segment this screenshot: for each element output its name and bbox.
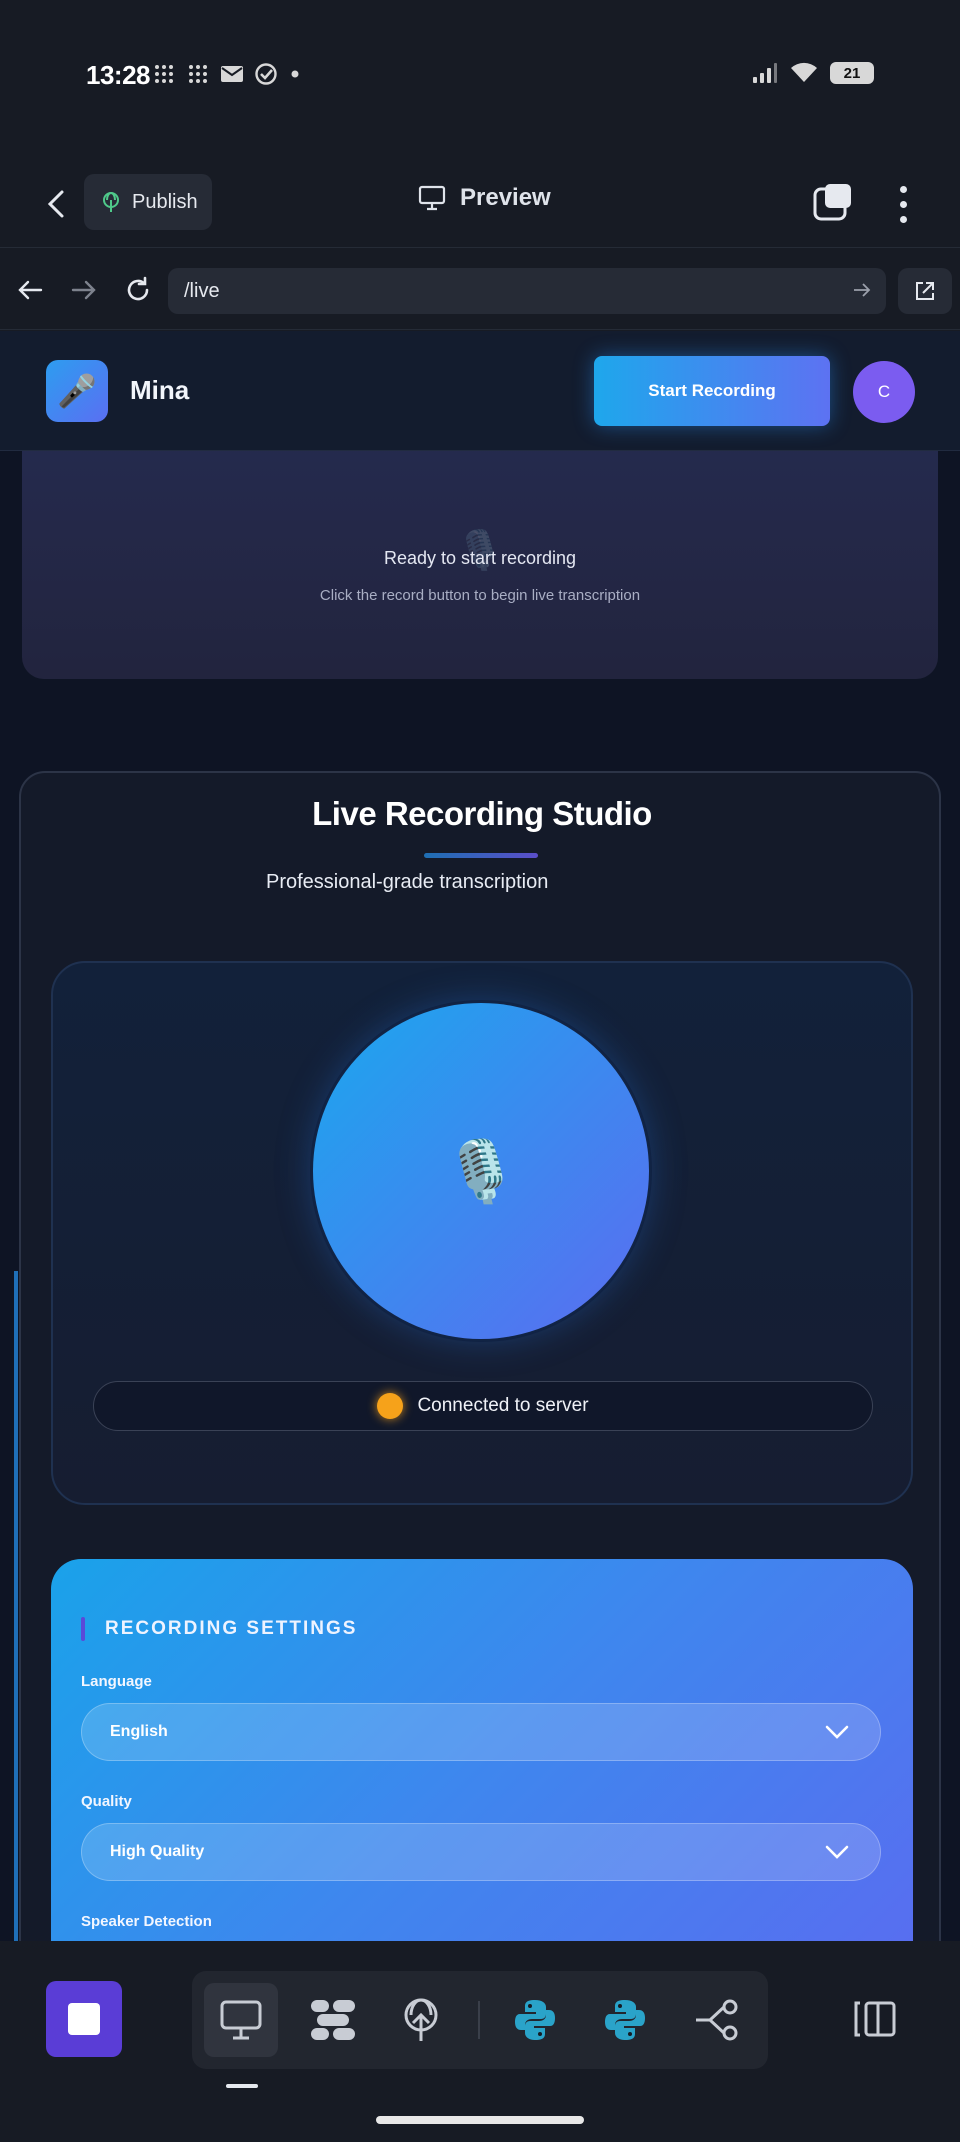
more-dot [899, 215, 907, 223]
language-value: English [110, 1723, 168, 1740]
dock-deploy-button[interactable] [384, 1983, 458, 2057]
reload-button[interactable] [118, 270, 158, 310]
dock-preview-button[interactable] [204, 1983, 278, 2057]
battery-indicator: 21 [830, 62, 874, 84]
more-dot [899, 185, 907, 193]
title-underline [424, 853, 538, 858]
quality-value: High Quality [110, 1843, 205, 1860]
scroll-accent [14, 1271, 18, 1941]
url-input[interactable]: /live [168, 268, 886, 314]
back-button[interactable] [10, 270, 50, 310]
chevron-left-icon [47, 190, 64, 218]
brand-name: Mina [130, 375, 190, 405]
status-bar: 13:28 21 [0, 0, 960, 155]
app-screen: 13:28 21 Publish Preview /live 🎙️ Ready … [0, 0, 960, 2142]
quality-label: Quality [81, 1793, 132, 1810]
forward-button[interactable] [64, 270, 104, 310]
site-header: 🎤 Mina Start Recording C [0, 331, 960, 451]
dock-workflow-button[interactable] [296, 1983, 370, 2057]
tabs-icon [813, 184, 851, 221]
publish-label: Publish [132, 190, 198, 213]
active-tab-indicator [226, 2084, 258, 2088]
chevron-down-icon [825, 1725, 849, 1739]
preview-tab[interactable]: Preview [418, 184, 551, 212]
publish-icon [103, 192, 119, 212]
signal-icon [753, 63, 777, 83]
system-icons: 21 [752, 62, 874, 84]
transcript-panel: 🎙️ Ready to start recording Click the re… [22, 411, 938, 679]
home-indicator[interactable] [376, 2116, 584, 2124]
connection-status: Connected to server [93, 1381, 873, 1431]
quality-select[interactable]: High Quality [81, 1823, 881, 1881]
transcript-empty-title: Ready to start recording [383, 548, 577, 568]
go-arrow-icon[interactable] [852, 280, 872, 300]
dock-tools [192, 1971, 768, 2069]
url-bar: /live [0, 250, 960, 330]
connection-status-text: Connected to server [417, 1395, 589, 1416]
status-time: 13:28 [86, 60, 151, 90]
more-dot [899, 200, 907, 208]
workflow-icon [311, 2000, 355, 2040]
app-toolbar: Publish Preview [0, 160, 960, 248]
side-panel-icon [854, 2001, 896, 2037]
dot-icon [291, 70, 299, 78]
monitor-icon [220, 2000, 262, 2040]
bottom-dock [0, 1941, 960, 2142]
web-preview: 🎙️ Ready to start recording Click the re… [0, 331, 960, 1941]
record-panel: 🎙️ Connected to server [51, 961, 913, 1505]
notification-icons [152, 62, 302, 86]
external-link-icon [916, 282, 934, 300]
studio-title: Live Recording Studio [312, 795, 652, 832]
dots-grid-icon [189, 65, 207, 83]
reload-icon [127, 276, 149, 301]
heading-accent [81, 1617, 85, 1641]
record-button[interactable]: 🎙️ [313, 1003, 649, 1339]
more-options-button[interactable] [888, 180, 918, 228]
language-label: Language [81, 1673, 152, 1690]
transcript-empty-subtitle: Click the record button to begin live tr… [319, 587, 641, 604]
wifi-icon [791, 62, 817, 82]
url-text: /live [184, 279, 220, 302]
side-panel-button[interactable] [846, 1991, 904, 2047]
stop-icon [68, 2003, 100, 2035]
arrow-left-icon [18, 280, 43, 300]
recording-studio: Live Recording Studio Professional-grade… [19, 771, 941, 1941]
deploy-icon [404, 1998, 438, 2041]
dock-separator [478, 2001, 480, 2039]
dots-grid-icon [155, 65, 173, 83]
check-circle-icon [255, 63, 277, 85]
mail-icon [221, 66, 243, 82]
share-icon [696, 1999, 738, 2041]
stop-button[interactable] [46, 1981, 122, 2057]
python-icon [515, 2000, 555, 2040]
studio-subtitle: Professional-grade transcription [266, 871, 549, 893]
settings-heading: RECORDING SETTINGS [81, 1617, 357, 1641]
dock-python-button[interactable] [588, 1983, 662, 2057]
arrow-right-icon [71, 280, 96, 300]
dock-share-button[interactable] [680, 1983, 754, 2057]
microphone-icon: 🎤 [57, 373, 97, 409]
recording-settings: RECORDING SETTINGS Language English Qual… [51, 1559, 913, 1941]
settings-heading-text: RECORDING SETTINGS [105, 1618, 358, 1639]
start-recording-button[interactable]: Start Recording [594, 356, 830, 426]
chevron-down-icon [825, 1845, 849, 1859]
avatar[interactable]: C [853, 361, 915, 423]
publish-button[interactable]: Publish [84, 174, 212, 230]
microphone-icon: 🎙️ [443, 1137, 519, 1205]
app-logo[interactable]: 🎤 [46, 360, 108, 422]
preview-label: Preview [460, 184, 551, 211]
tabs-button[interactable] [812, 182, 856, 226]
python-icon [605, 2000, 645, 2040]
open-external-button[interactable] [898, 268, 952, 314]
monitor-icon [418, 185, 446, 211]
speaker-detection-label: Speaker Detection [81, 1913, 212, 1930]
status-dot [377, 1393, 404, 1419]
close-preview-button[interactable] [36, 182, 76, 226]
dock-python-button[interactable] [498, 1983, 572, 2057]
language-select[interactable]: English [81, 1703, 881, 1761]
